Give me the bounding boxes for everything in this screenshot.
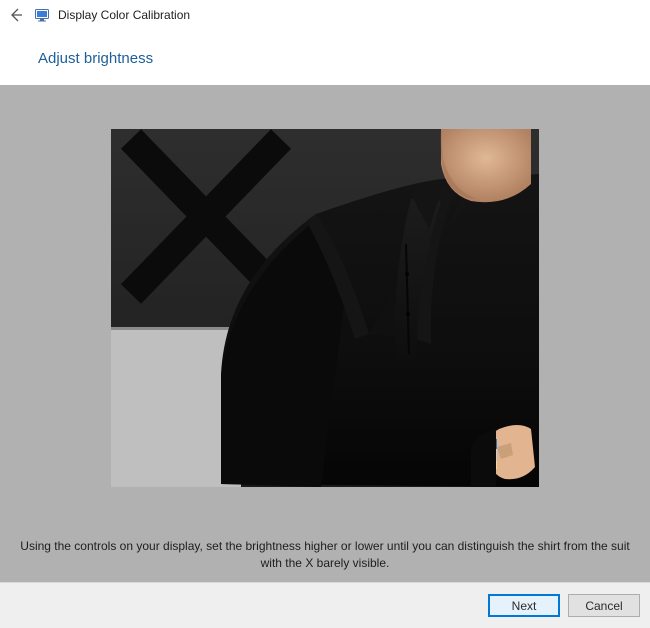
back-arrow-icon [8,7,24,23]
cancel-button[interactable]: Cancel [568,594,640,617]
next-button[interactable]: Next [488,594,560,617]
heading-row: Adjust brightness [0,28,650,85]
back-button[interactable] [6,5,26,25]
calibration-reference-image [111,129,539,487]
monitor-calibration-icon [34,7,50,23]
calibration-image-area [0,85,650,530]
title-bar: Display Color Calibration [0,0,650,28]
button-bar: Next Cancel [0,582,650,628]
page-heading: Adjust brightness [38,50,640,67]
instruction-text: Using the controls on your display, set … [0,530,650,582]
app-title: Display Color Calibration [58,8,190,22]
